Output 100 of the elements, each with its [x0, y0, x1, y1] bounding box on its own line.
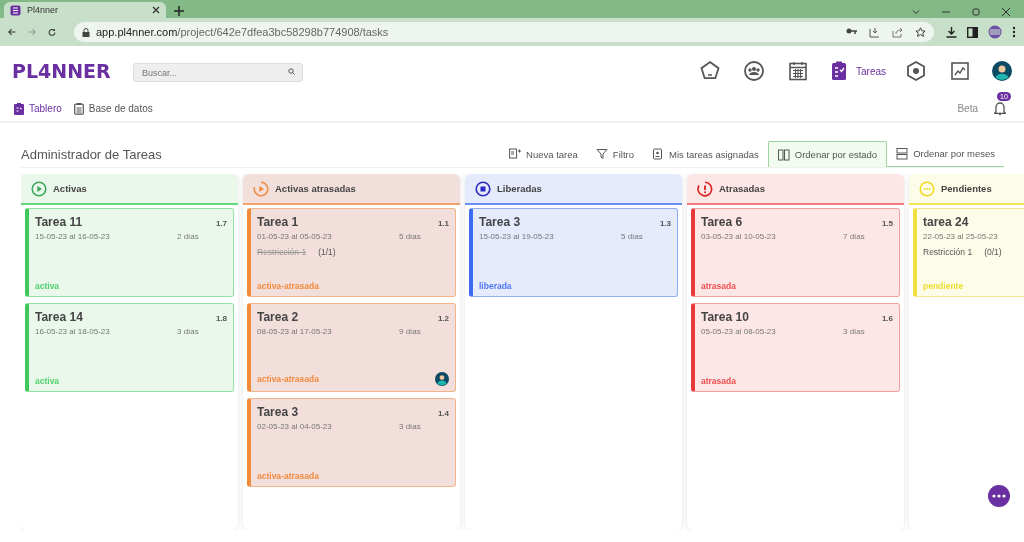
task-card[interactable]: Tarea 2 1.2 08-05-23 al 17-05-23 9 días activa-atrasada — [247, 303, 456, 392]
task-card[interactable]: Tarea 6 1.5 03-05-23 al 10-05-23 7 días atrasada — [691, 208, 900, 297]
task-title: tarea 24 — [923, 215, 970, 229]
nav-tab[interactable]: Tablero — [14, 102, 62, 115]
task-status: activa — [35, 376, 60, 386]
close-tab-icon[interactable] — [152, 6, 160, 14]
tab-title: Pl4nner — [27, 5, 60, 15]
task-dates: 15-05-23 al 19-05-23 — [479, 232, 555, 241]
task-duration: 5 días — [399, 232, 421, 241]
task-card[interactable]: Tarea 3 1.4 02-05-23 al 04-05-23 3 días activa-atrasada — [247, 398, 456, 487]
restriction-count: (0/1) — [984, 247, 1002, 257]
task-card[interactable]: Tarea 14 1.8 16-05-23 al 18-05-23 3 días activa — [25, 303, 234, 392]
close-icon[interactable] — [1002, 8, 1010, 16]
task-code: 1.2 — [437, 314, 449, 323]
filter-icon — [595, 148, 608, 160]
task-dates: 05-05-23 al 08-05-23 — [701, 327, 777, 336]
logo[interactable]: PL4NNER — [12, 60, 133, 82]
download-icon[interactable] — [946, 26, 957, 38]
calendar-icon — [787, 60, 809, 82]
play-icon — [253, 180, 269, 197]
sort-tab[interactable]: Ordenar por meses — [887, 141, 1004, 167]
more-icon — [992, 494, 1006, 498]
task-card[interactable]: Tarea 1 1.1 01-05-23 al 05-05-23 5 días Restricción 1 (1/1) activa-atrasada — [247, 208, 456, 297]
search-icon[interactable] — [288, 67, 295, 75]
task-code: 1.3 — [659, 219, 671, 228]
task-code: 1.4 — [437, 409, 449, 418]
back-icon[interactable] — [8, 27, 16, 37]
task-status: activa-atrasada — [257, 281, 319, 291]
star-icon[interactable] — [915, 26, 926, 38]
task-dates: 01-05-23 al 05-05-23 — [257, 232, 333, 241]
task-card[interactable]: Tarea 11 1.7 15-05-23 al 16-05-23 2 días activa — [25, 208, 234, 297]
clipboard-icon — [652, 148, 664, 160]
task-duration: 2 días — [177, 232, 199, 241]
task-dates: 15-05-23 al 16-05-23 — [35, 232, 111, 241]
nav-tab[interactable]: Base de datos — [73, 102, 153, 115]
task-code: 1.6 — [881, 314, 893, 323]
install-icon[interactable] — [869, 26, 880, 38]
task-title: Tarea 6 — [701, 215, 744, 229]
task-card[interactable]: tarea 24 22-05-23 al 25-05-23 Restricción 1 (0/1) pendiente — [913, 208, 1024, 297]
nav-tab[interactable]: Tareas — [820, 56, 894, 86]
task-title: Tarea 10 — [701, 310, 750, 324]
column-title: Activas atrasadas — [275, 183, 356, 194]
toolbar-button[interactable]: Filtro — [586, 141, 643, 167]
column-title: Activas — [53, 183, 87, 194]
task-status: activa — [35, 281, 60, 291]
beta-label: Beta — [957, 103, 978, 114]
task-status: activa-atrasada — [257, 374, 319, 384]
bell-icon[interactable] — [994, 100, 1006, 115]
sidebar-icon[interactable] — [967, 26, 978, 38]
task-duration: 3 días — [177, 327, 199, 336]
task-title: Tarea 3 — [257, 405, 300, 419]
task-dates: 03-05-23 al 10-05-23 — [701, 232, 777, 241]
search-field[interactable]: Buscar... — [133, 63, 303, 82]
toolbar-button[interactable]: Nueva tarea — [500, 141, 587, 167]
share-icon[interactable] — [892, 26, 903, 38]
column-title: Atrasadas — [719, 183, 765, 194]
key-icon[interactable] — [846, 26, 857, 35]
user-avatar[interactable] — [992, 61, 1012, 81]
task-duration: 7 días — [843, 232, 865, 241]
browser-tab[interactable]: Pl4nner — [4, 2, 166, 18]
task-dates: 22-05-23 al 25-05-23 — [923, 232, 999, 241]
tab-favicon-icon — [10, 4, 21, 16]
page-title: Administrador de Tareas — [21, 147, 163, 162]
reload-icon[interactable] — [48, 26, 56, 38]
play-icon — [31, 180, 47, 197]
toolbar-button[interactable]: Mis tareas asignadas — [643, 141, 768, 167]
task-dates: 16-05-23 al 18-05-23 — [35, 327, 111, 336]
restriction-count: (1/1) — [318, 247, 336, 257]
task-status: atrasada — [701, 376, 736, 386]
hexagon-icon — [905, 60, 927, 82]
menu-icon[interactable] — [1012, 26, 1016, 38]
task-title: Tarea 2 — [257, 310, 300, 324]
clipboard-icon — [73, 102, 84, 115]
address-bar[interactable]: app.pl4nner.com/project/642e7dfea3bc58298b774908/tasks — [74, 22, 934, 42]
task-status: liberada — [479, 281, 512, 291]
task-code: 1.8 — [215, 314, 227, 323]
task-dates: 02-05-23 al 04-05-23 — [257, 422, 333, 431]
maximize-icon[interactable] — [972, 8, 980, 16]
task-title: Tarea 14 — [35, 310, 84, 324]
task-dates: 08-05-23 al 17-05-23 — [257, 327, 333, 336]
task-card[interactable]: Tarea 3 1.3 15-05-23 al 19-05-23 5 días liberada — [469, 208, 678, 297]
columns-icon — [777, 148, 790, 161]
stop-icon — [475, 180, 491, 197]
task-duration: 9 días — [399, 327, 421, 336]
restriction-label: Restricción 1 — [257, 247, 307, 257]
pending-icon — [919, 180, 935, 197]
new-task-icon — [509, 148, 522, 160]
pentagon-icon — [699, 60, 721, 82]
task-code: 1.7 — [215, 219, 227, 228]
task-title: Tarea 11 — [35, 215, 84, 229]
task-card[interactable]: Tarea 10 1.6 05-05-23 al 08-05-23 3 días atrasada — [691, 303, 900, 392]
rows-icon — [896, 147, 909, 160]
profile-icon[interactable] — [988, 25, 1002, 39]
task-title: Tarea 3 — [479, 215, 522, 229]
task-status: activa-atrasada — [257, 471, 319, 481]
group-icon — [743, 60, 765, 82]
task-title: Tarea 1 — [257, 215, 300, 229]
sort-tab[interactable]: Ordenar por estado — [767, 141, 888, 167]
task-status: pendiente — [923, 281, 964, 291]
new-tab-icon[interactable] — [174, 6, 184, 16]
